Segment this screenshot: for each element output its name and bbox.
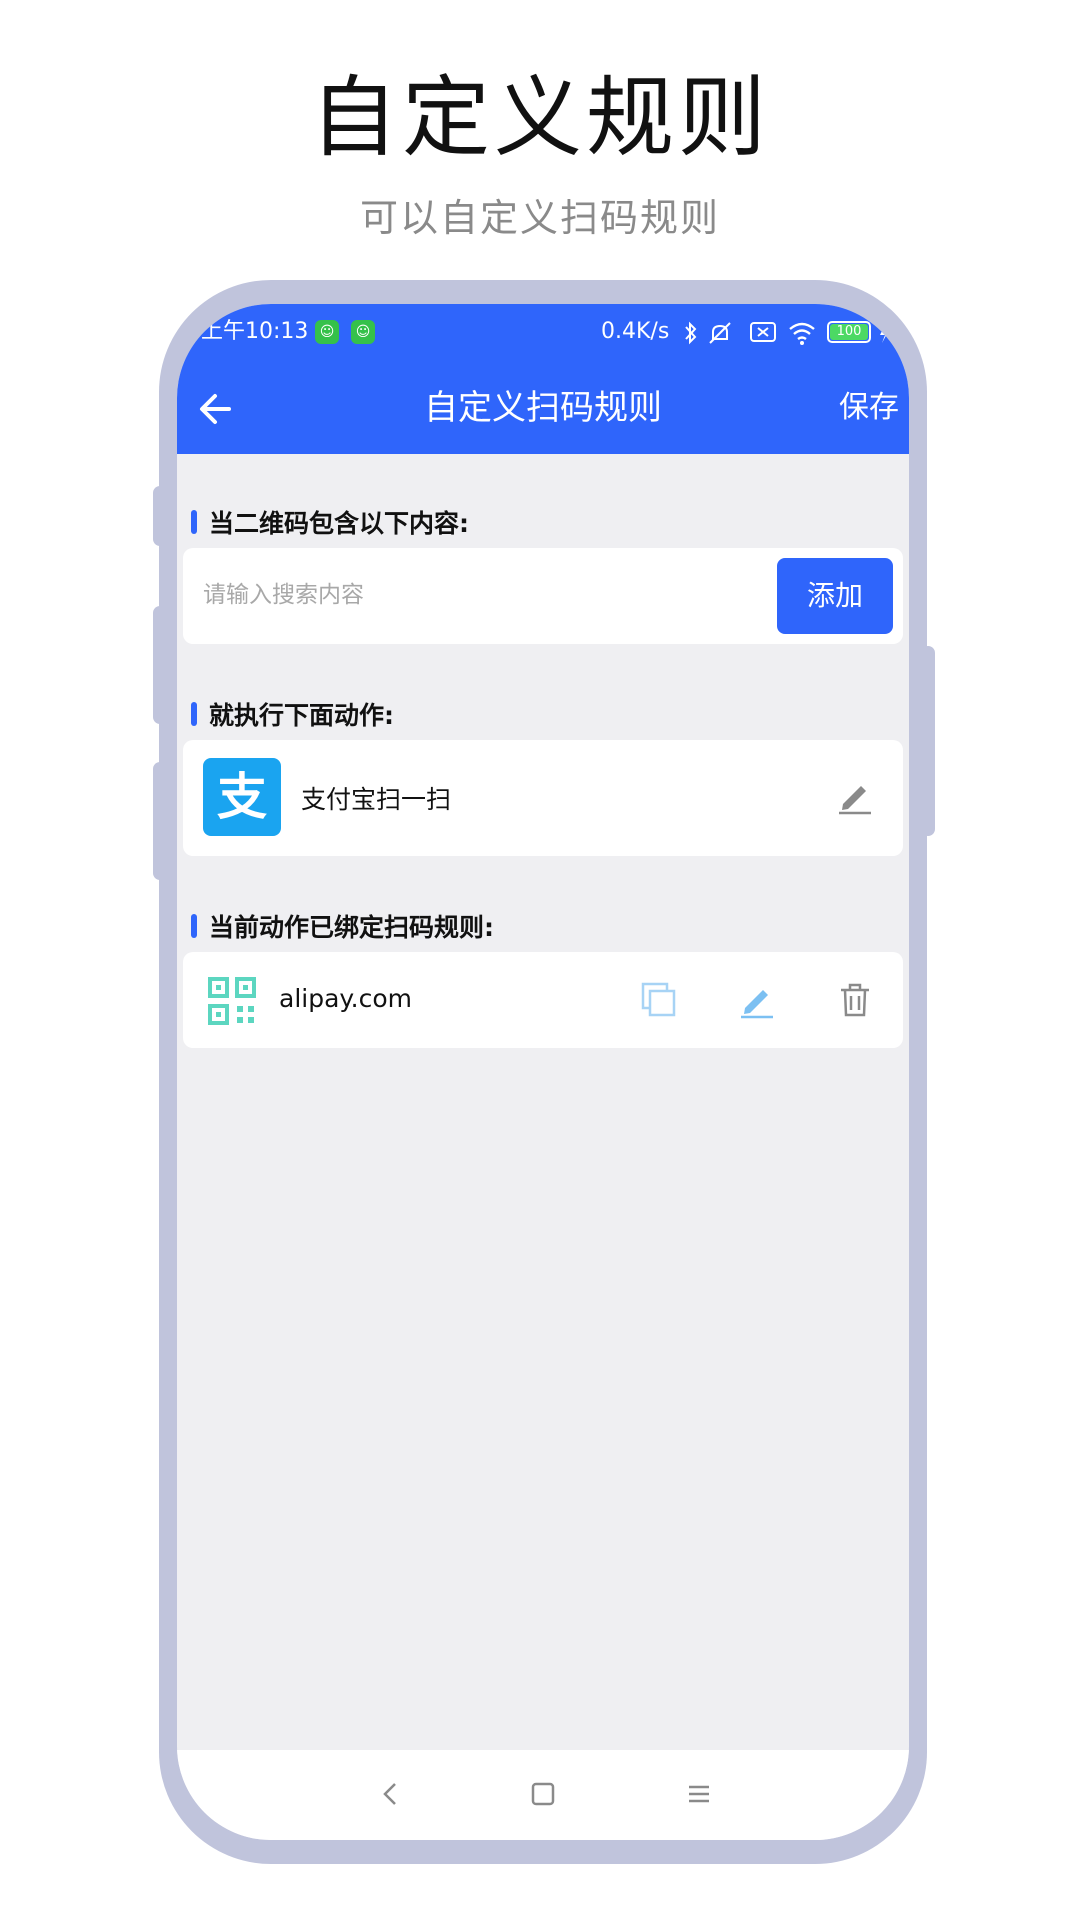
add-button[interactable]: 添加 [777, 558, 893, 634]
search-input[interactable] [203, 570, 763, 620]
phone-screen: 上午10:13 ☺ ☺ 0.4K/s 100 自定义扫码规则 保存 当二维码包含… [177, 304, 909, 1840]
system-navigation-bar [177, 1750, 909, 1840]
home-key-icon[interactable] [525, 1776, 561, 1812]
app-notification-icon: ☺ [315, 320, 339, 344]
qr-code-icon [208, 977, 256, 1025]
mute-icon [709, 322, 731, 344]
list-item: alipay.com [183, 952, 903, 1048]
search-card: 添加 [183, 548, 903, 644]
rule-text: alipay.com [279, 984, 412, 1013]
section-marker [191, 702, 197, 726]
status-bar: 上午10:13 ☺ ☺ 0.4K/s 100 [177, 304, 909, 364]
network-speed: 0.4K/s [601, 319, 670, 344]
section-marker [191, 510, 197, 534]
alipay-logo: 支 [203, 758, 281, 836]
section-heading-text: 当二维码包含以下内容: [209, 509, 469, 538]
section-marker [191, 914, 197, 938]
save-button[interactable]: 保存 [839, 390, 899, 426]
hero-title: 自定义规则 [309, 66, 770, 169]
charging-icon [880, 323, 889, 343]
status-time: 上午10:13 [201, 319, 309, 344]
page-title: 自定义扫码规则 [424, 388, 662, 428]
action-name: 支付宝扫一扫 [301, 785, 452, 814]
phone-frame: 上午10:13 ☺ ☺ 0.4K/s 100 自定义扫码规则 保存 当二维码包含… [159, 280, 927, 1864]
hero-subtitle: 可以自定义扫码规则 [359, 196, 720, 240]
section-heading-text: 当前动作已绑定扫码规则: [209, 913, 494, 942]
condition-section-heading: 当二维码包含以下内容: [191, 504, 469, 540]
sim-icon [750, 322, 776, 342]
menu-key-icon[interactable] [681, 1776, 717, 1812]
app-notification-icon: ☺ [351, 320, 375, 344]
action-card[interactable]: 支 支付宝扫一扫 [183, 740, 903, 856]
bluetooth-icon [685, 321, 697, 345]
delete-icon[interactable] [835, 980, 875, 1020]
section-heading-text: 就执行下面动作: [209, 701, 394, 730]
copy-icon[interactable] [639, 980, 679, 1020]
battery-level: 100 [830, 324, 868, 340]
battery-icon: 100 [827, 321, 871, 343]
wifi-icon [789, 322, 815, 345]
back-key-icon[interactable] [373, 1776, 409, 1812]
edit-icon[interactable] [737, 980, 777, 1020]
action-section-heading: 就执行下面动作: [191, 696, 394, 732]
nav-bar: 自定义扫码规则 保存 [177, 364, 909, 454]
rules-section-heading: 当前动作已绑定扫码规则: [191, 908, 494, 944]
pencil-icon[interactable] [835, 776, 875, 816]
